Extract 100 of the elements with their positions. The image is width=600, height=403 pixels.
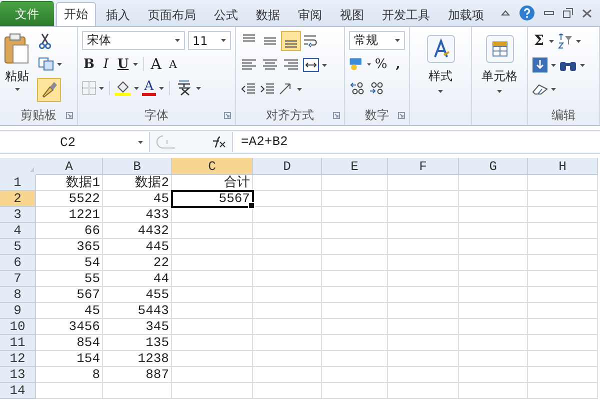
shrink-font-button[interactable]: A <box>166 58 180 70</box>
row-header[interactable]: 2 <box>0 191 36 207</box>
row-header[interactable]: 5 <box>0 239 36 255</box>
close-icon[interactable] <box>582 8 592 18</box>
dialog-launcher-icon[interactable] <box>66 112 73 119</box>
row-header[interactable]: 8 <box>0 287 36 303</box>
row-header[interactable]: 6 <box>0 255 36 271</box>
caret-icon[interactable] <box>196 86 201 90</box>
cells-icon[interactable] <box>486 35 514 63</box>
caret-icon[interactable] <box>57 62 62 66</box>
caret-icon[interactable] <box>497 90 502 93</box>
ribbon-tab[interactable]: 公式 <box>206 4 246 26</box>
sort-filter-icon[interactable] <box>557 33 573 49</box>
caret-icon[interactable] <box>438 90 443 93</box>
comma-style-button[interactable]: , <box>391 56 405 72</box>
decrease-indent-icon[interactable] <box>240 82 256 96</box>
font-size-dropdown[interactable]: 11 <box>188 31 231 50</box>
column-header[interactable]: G <box>459 158 528 175</box>
ribbon-tab[interactable]: 开发工具 <box>374 4 438 26</box>
caret-icon[interactable] <box>580 64 585 66</box>
caret-icon[interactable] <box>159 86 164 90</box>
ribbon-tab[interactable]: 审阅 <box>290 4 330 26</box>
paste-button[interactable]: 粘贴 <box>5 68 29 85</box>
column-header[interactable]: A <box>36 158 103 175</box>
caret-icon[interactable] <box>99 86 104 90</box>
dialog-launcher-icon[interactable] <box>333 112 340 119</box>
dialog-launcher-icon[interactable] <box>398 112 405 119</box>
ribbon-tab[interactable]: 开始 <box>56 2 96 26</box>
clipboard-paste-icon[interactable] <box>4 33 30 65</box>
minimize-icon[interactable] <box>544 11 554 15</box>
dialog-launcher-icon[interactable] <box>224 112 231 119</box>
row-header[interactable]: 13 <box>0 367 36 383</box>
format-painter-icon[interactable] <box>38 79 60 101</box>
bold-button[interactable]: B <box>82 56 96 72</box>
ribbon-tab[interactable]: 页面布局 <box>140 4 204 26</box>
cells-button[interactable]: 单元格 <box>482 68 518 85</box>
increase-indent-icon[interactable] <box>259 82 275 96</box>
column-header[interactable]: B <box>103 158 172 175</box>
restore-icon[interactable] <box>563 8 573 18</box>
caret-icon[interactable] <box>297 88 302 90</box>
scissors-icon[interactable] <box>38 33 52 49</box>
copy-icon[interactable] <box>38 57 54 71</box>
help-icon[interactable] <box>519 5 535 21</box>
row-header[interactable]: 9 <box>0 303 36 319</box>
row-header[interactable]: 12 <box>0 351 36 367</box>
ribbon-tab[interactable]: 数据 <box>248 4 288 26</box>
formula-input[interactable]: =A2+B2 <box>232 132 600 152</box>
text-align-icon[interactable] <box>261 58 279 72</box>
decrease-decimal-icon[interactable] <box>368 81 384 95</box>
number-format-dropdown[interactable]: 常规 <box>349 31 405 50</box>
ribbon-tab[interactable]: 插入 <box>98 4 138 26</box>
column-header[interactable]: F <box>388 158 459 175</box>
row-header[interactable]: 14 <box>0 383 36 399</box>
styles-button[interactable]: 样式 <box>428 68 452 85</box>
eraser-icon[interactable] <box>532 83 548 95</box>
font-color-button[interactable]: A <box>142 80 156 96</box>
row-header[interactable]: 1 <box>0 175 36 191</box>
styles-icon[interactable] <box>426 35 454 63</box>
caret-icon[interactable] <box>395 39 400 42</box>
column-header[interactable]: D <box>253 158 322 175</box>
row-header[interactable]: 4 <box>0 223 36 239</box>
italic-button[interactable]: I <box>99 56 113 72</box>
column-header[interactable]: C <box>172 158 253 175</box>
currency-icon[interactable] <box>349 56 364 72</box>
caret-icon[interactable] <box>366 62 371 66</box>
ribbon-tab[interactable]: 加载项 <box>440 4 492 26</box>
grow-font-button[interactable]: A <box>149 55 163 73</box>
wrap-text-icon[interactable] <box>303 34 319 48</box>
row-header[interactable]: 11 <box>0 335 36 351</box>
file-tab[interactable]: 文件 <box>0 1 54 26</box>
insert-function-icon[interactable] <box>210 136 226 148</box>
splitter-handle-icon[interactable] <box>156 135 176 149</box>
name-box[interactable]: C2 <box>0 132 150 152</box>
row-header[interactable]: 7 <box>0 271 36 287</box>
caret-icon[interactable] <box>174 39 180 42</box>
ribbon-tab[interactable]: 视图 <box>332 4 372 26</box>
caret-icon[interactable] <box>14 88 20 91</box>
fill-handle[interactable] <box>248 202 255 209</box>
font-name-dropdown[interactable]: 宋体 <box>82 31 185 50</box>
row-header[interactable]: 10 <box>0 319 36 335</box>
caret-icon[interactable] <box>551 64 556 66</box>
caret-icon[interactable] <box>322 64 327 66</box>
caret-icon[interactable] <box>138 140 143 144</box>
text-align-icon[interactable] <box>282 58 300 72</box>
column-header[interactable]: H <box>528 158 598 175</box>
autosum-button[interactable]: Σ <box>532 33 546 49</box>
collapse-ribbon-icon[interactable] <box>501 10 510 16</box>
percent-button[interactable]: % <box>374 56 388 72</box>
caret-icon[interactable] <box>134 86 139 90</box>
phonetic-icon[interactable] <box>175 80 193 96</box>
row-header[interactable]: 3 <box>0 207 36 223</box>
caret-icon[interactable] <box>576 40 581 42</box>
vertical-align-icon[interactable] <box>282 32 300 50</box>
fill-color-icon[interactable] <box>115 80 131 96</box>
merge-cells-icon[interactable] <box>303 58 319 72</box>
increase-decimal-icon[interactable] <box>349 81 365 95</box>
column-header[interactable]: E <box>322 158 388 175</box>
caret-icon[interactable] <box>549 40 554 42</box>
text-align-icon[interactable] <box>240 58 258 72</box>
fill-down-icon[interactable] <box>532 57 548 73</box>
